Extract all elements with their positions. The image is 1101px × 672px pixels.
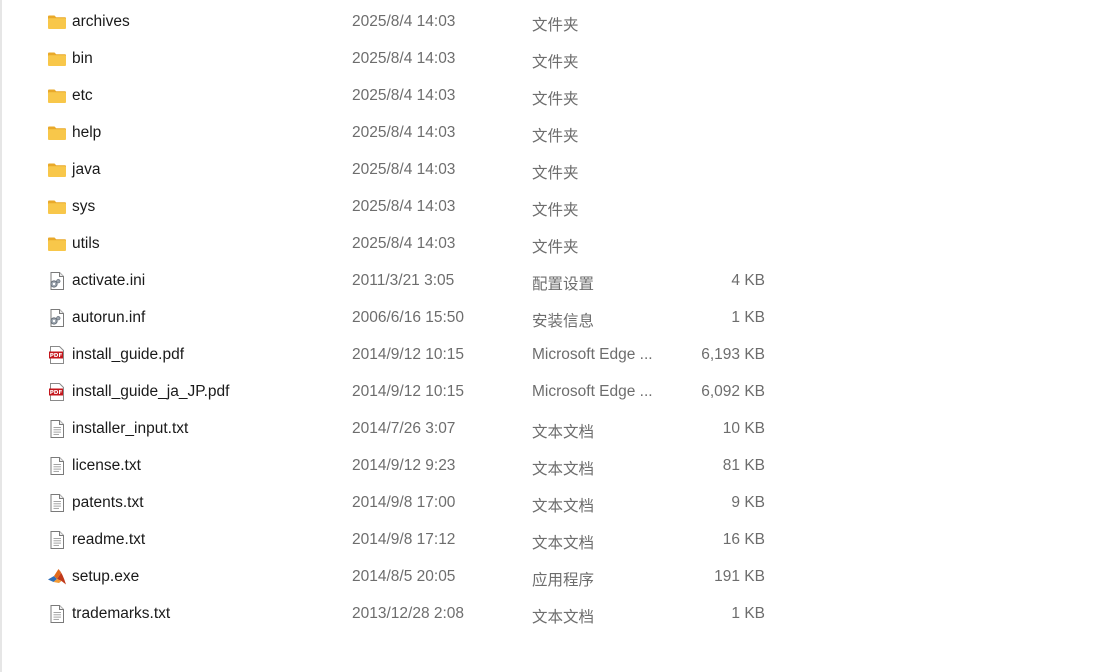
svg-text:PDF: PDF [50,353,63,359]
file-name: sys [72,198,96,215]
file-name: patents.txt [72,494,144,511]
matlab-app-icon [47,567,67,587]
file-type: 文件夹 [532,17,579,34]
file-type: 配置设置 [532,276,595,293]
file-row[interactable]: sys 2025/8/4 14:03 文件夹 [2,188,1101,225]
file-modified-date: 2014/9/8 17:12 [352,531,456,548]
file-modified-date: 2025/8/4 14:03 [352,235,456,252]
file-modified-date: 2025/8/4 14:03 [352,124,456,141]
file-row[interactable]: autorun.inf 2006/6/16 15:50 安装信息 1 KB [2,299,1101,336]
folder-icon [47,234,67,254]
file-row[interactable]: archives 2025/8/4 14:03 文件夹 [2,3,1101,40]
file-name: etc [72,87,93,104]
file-type: Microsoft Edge ... [532,383,653,400]
file-modified-date: 2014/9/8 17:00 [352,494,456,511]
file-type: 应用程序 [532,572,595,589]
file-type: 文件夹 [532,91,579,108]
text-file-icon [47,419,67,439]
file-type: 文本文档 [532,535,595,552]
file-modified-date: 2025/8/4 14:03 [352,198,456,215]
file-type: 文本文档 [532,461,595,478]
file-size: 1 KB [731,309,765,326]
file-name: installer_input.txt [72,420,189,437]
file-modified-date: 2025/8/4 14:03 [352,50,456,67]
folder-icon [47,197,67,217]
file-explorer-pane: archives 2025/8/4 14:03 文件夹 bin 2025/8/4 14:… [0,0,1101,672]
settings-file-icon [47,308,67,328]
file-type: 文本文档 [532,609,595,626]
pdf-file-icon: PDF [47,382,67,402]
file-row[interactable]: java 2025/8/4 14:03 文件夹 [2,151,1101,188]
text-file-icon [47,530,67,550]
file-name: java [72,161,101,178]
file-size: 191 KB [714,568,765,585]
file-size: 1 KB [731,605,765,622]
file-name: install_guide.pdf [72,346,185,363]
text-file-icon [47,493,67,513]
file-row[interactable]: patents.txt 2014/9/8 17:00 文本文档 9 KB [2,484,1101,521]
settings-file-icon [47,271,67,291]
file-modified-date: 2014/9/12 10:15 [352,346,465,363]
text-file-icon [47,604,67,624]
file-row[interactable]: activate.ini 2011/3/21 3:05 配置设置 4 KB [2,262,1101,299]
folder-icon [47,49,67,69]
file-type: 文件夹 [532,128,579,145]
file-type: 文件夹 [532,239,579,256]
file-modified-date: 2011/3/21 3:05 [352,272,455,289]
svg-text:PDF: PDF [50,390,63,396]
file-name: setup.exe [72,568,140,585]
file-modified-date: 2014/9/12 10:15 [352,383,465,400]
file-row[interactable]: help 2025/8/4 14:03 文件夹 [2,114,1101,151]
file-row[interactable]: trademarks.txt 2013/12/28 2:08 文本文档 1 KB [2,595,1101,632]
file-size: 16 KB [722,531,765,548]
file-name: utils [72,235,100,252]
file-type: 文件夹 [532,165,579,182]
file-row[interactable]: PDF install_guide.pdf 2014/9/12 10:15 Micro… [2,336,1101,373]
file-size: 9 KB [731,494,765,511]
file-name: readme.txt [72,531,146,548]
file-modified-date: 2013/12/28 2:08 [352,605,465,622]
file-size: 6,092 KB [701,383,765,400]
file-type: 文本文档 [532,424,595,441]
file-type: 文件夹 [532,202,579,219]
file-name: trademarks.txt [72,605,171,622]
file-row[interactable]: PDF install_guide_ja_JP.pdf 2014/9/12 10:1… [2,373,1101,410]
file-size: 4 KB [731,272,765,289]
file-type: 文本文档 [532,498,595,515]
folder-icon [47,12,67,32]
file-name: license.txt [72,457,141,474]
file-row[interactable]: readme.txt 2014/9/8 17:12 文本文档 16 KB [2,521,1101,558]
file-modified-date: 2025/8/4 14:03 [352,87,456,104]
file-name: activate.ini [72,272,146,289]
file-row[interactable]: bin 2025/8/4 14:03 文件夹 [2,40,1101,77]
file-row[interactable]: license.txt 2014/9/12 9:23 文本文档 81 KB [2,447,1101,484]
file-size: 6,193 KB [701,346,765,363]
file-type: 文件夹 [532,54,579,71]
text-file-icon [47,456,67,476]
file-size: 81 KB [722,457,765,474]
file-row[interactable]: etc 2025/8/4 14:03 文件夹 [2,77,1101,114]
file-row[interactable]: installer_input.txt 2014/7/26 3:07 文本文档 10 … [2,410,1101,447]
file-name: bin [72,50,93,67]
file-modified-date: 2006/6/16 15:50 [352,309,465,326]
file-modified-date: 2014/9/12 9:23 [352,457,456,474]
file-row[interactable]: utils 2025/8/4 14:03 文件夹 [2,225,1101,262]
file-name: archives [72,13,130,30]
folder-icon [47,160,67,180]
file-size: 10 KB [722,420,765,437]
file-modified-date: 2025/8/4 14:03 [352,161,456,178]
file-name: install_guide_ja_JP.pdf [72,383,230,400]
file-modified-date: 2014/8/5 20:05 [352,568,456,585]
file-name: help [72,124,102,141]
file-modified-date: 2014/7/26 3:07 [352,420,456,437]
file-row[interactable]: setup.exe 2014/8/5 20:05 应用程序 191 KB [2,558,1101,595]
file-modified-date: 2025/8/4 14:03 [352,13,456,30]
file-name: autorun.inf [72,309,146,326]
pdf-file-icon: PDF [47,345,67,365]
file-type: 安装信息 [532,313,595,330]
file-list: archives 2025/8/4 14:03 文件夹 bin 2025/8/4 14:… [2,3,1101,632]
folder-icon [47,86,67,106]
file-type: Microsoft Edge ... [532,346,653,363]
folder-icon [47,123,67,143]
